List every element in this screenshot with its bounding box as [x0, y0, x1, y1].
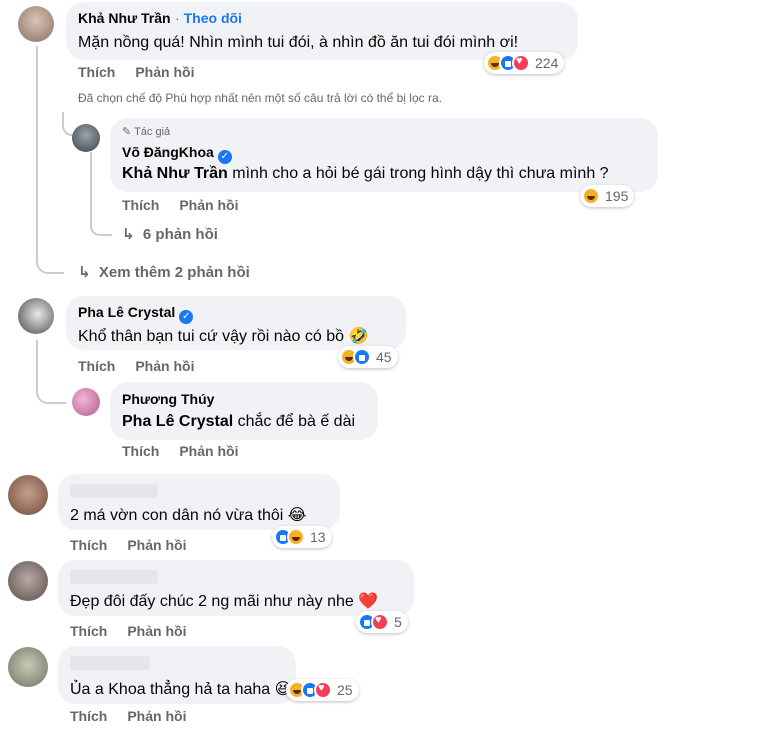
- reaction-summary[interactable]: 45: [338, 346, 398, 368]
- avatar[interactable]: [8, 561, 48, 601]
- reply-arrow-icon: ↳: [122, 226, 135, 243]
- reaction-summary[interactable]: 5: [356, 611, 408, 633]
- like-button[interactable]: Thích: [70, 623, 107, 639]
- comment-bubble: Phương Thúy Pha Lê Crystal chắc để bà ế …: [110, 382, 378, 440]
- reaction-summary[interactable]: 195: [580, 185, 635, 207]
- comment-text: Ủa a Khoa thẳng hả ta haha 😆: [70, 681, 292, 698]
- thread-line: [36, 46, 64, 274]
- verified-icon: ✓: [179, 310, 194, 324]
- reaction-summary[interactable]: 25: [286, 679, 359, 701]
- author-badge: Tác giả: [134, 126, 171, 138]
- comment-actions: Thích Phản hồi: [122, 443, 258, 459]
- view-more-replies-link[interactable]: ↳ Xem thêm 2 phản hồi: [78, 263, 250, 281]
- comment-bubble: Đẹp đôi đấy chúc 2 ng mãi như này nhe ❤️: [58, 560, 414, 616]
- like-icon: [353, 348, 371, 366]
- comment-actions: Thích Phản hồi: [70, 623, 206, 639]
- commenter-name-redacted: [70, 484, 158, 498]
- reaction-count: 195: [605, 188, 629, 204]
- mention-tag[interactable]: Khả Như Trần: [122, 165, 228, 182]
- like-button[interactable]: Thích: [78, 64, 115, 80]
- pencil-icon: ✎: [122, 126, 132, 138]
- comment-actions: Thích Phản hồi: [70, 537, 206, 553]
- comment-text: Khổ thân bạn tui cứ vậy rồi nào có bồ 🤣: [78, 328, 369, 345]
- reply-button[interactable]: Phản hồi: [179, 443, 238, 459]
- reply-button[interactable]: Phản hồi: [127, 537, 186, 553]
- verified-icon: ✓: [217, 150, 232, 164]
- avatar[interactable]: [72, 124, 100, 152]
- thread-line: [90, 152, 112, 236]
- comment-text: Đẹp đôi đấy chúc 2 ng mãi như này nhe ❤️: [70, 593, 379, 610]
- view-replies-link[interactable]: ↳ 6 phản hồi: [122, 225, 218, 243]
- reaction-count: 45: [376, 349, 392, 365]
- reaction-summary[interactable]: 13: [272, 526, 332, 548]
- comment-text: mình cho a hỏi bé gái trong hình dậy thì…: [227, 165, 609, 182]
- like-button[interactable]: Thích: [70, 708, 107, 724]
- like-button[interactable]: Thích: [78, 358, 115, 374]
- thread-line: [36, 340, 66, 404]
- comment-actions: Thích Phản hồi: [78, 358, 214, 374]
- follow-link[interactable]: Theo dõi: [184, 10, 242, 26]
- reply-button[interactable]: Phản hồi: [127, 708, 186, 724]
- reaction-summary[interactable]: 224: [484, 52, 565, 74]
- reaction-count: 5: [394, 614, 402, 630]
- commenter-name-redacted: [70, 570, 158, 584]
- comment-actions: Thích Phản hồi: [70, 708, 206, 724]
- comment-actions: Thích Phản hồi: [78, 64, 214, 80]
- mention-tag[interactable]: Pha Lê Crystal: [122, 413, 233, 430]
- like-button[interactable]: Thích: [122, 443, 159, 459]
- commenter-name[interactable]: Pha Lê Crystal: [78, 304, 175, 320]
- avatar[interactable]: [8, 475, 48, 515]
- haha-icon: [287, 528, 305, 546]
- commenter-name[interactable]: Võ ĐăngKhoa: [122, 144, 214, 160]
- avatar[interactable]: [18, 6, 54, 42]
- reply-button[interactable]: Phản hồi: [179, 197, 238, 213]
- like-button[interactable]: Thích: [122, 197, 159, 213]
- avatar[interactable]: [8, 647, 48, 687]
- avatar[interactable]: [18, 298, 54, 334]
- commenter-name[interactable]: Khả Như Trần: [78, 10, 171, 26]
- commenter-name-redacted: [70, 656, 150, 670]
- reply-button[interactable]: Phản hồi: [127, 623, 186, 639]
- comment-bubble: Pha Lê Crystal ✓ Khổ thân bạn tui cứ vậy …: [66, 296, 406, 350]
- comment-bubble: ✎ Tác giả Võ ĐăngKhoa ✓ Khả Như Trần mình…: [110, 118, 658, 192]
- reply-arrow-icon: ↳: [78, 264, 91, 281]
- comment-text: Mặn nồng quá! Nhìn mình tui đói, à nhìn …: [78, 34, 519, 51]
- reaction-count: 25: [337, 682, 353, 698]
- avatar[interactable]: [72, 388, 100, 416]
- reply-button[interactable]: Phản hồi: [135, 64, 194, 80]
- comment-bubble: Ủa a Khoa thẳng hả ta haha 😆: [58, 646, 296, 704]
- love-icon: [512, 54, 530, 72]
- love-icon: [314, 681, 332, 699]
- love-icon: [371, 613, 389, 631]
- comment-actions: Thích Phản hồi: [122, 197, 258, 213]
- comment-bubble: 2 má vờn con dân nó vừa thôi 😂: [58, 474, 340, 530]
- reply-button[interactable]: Phản hồi: [135, 358, 194, 374]
- haha-icon: [582, 187, 600, 205]
- comment-text: 2 má vờn con dân nó vừa thôi 😂: [70, 507, 307, 524]
- reaction-count: 13: [310, 529, 326, 545]
- like-button[interactable]: Thích: [70, 537, 107, 553]
- commenter-name[interactable]: Phương Thúy: [122, 391, 214, 407]
- comment-text: chắc để bà ế dài: [233, 413, 356, 430]
- filter-notice: Đã chọn chế độ Phù hợp nhất nên một số c…: [78, 91, 442, 105]
- reaction-count: 224: [535, 55, 559, 71]
